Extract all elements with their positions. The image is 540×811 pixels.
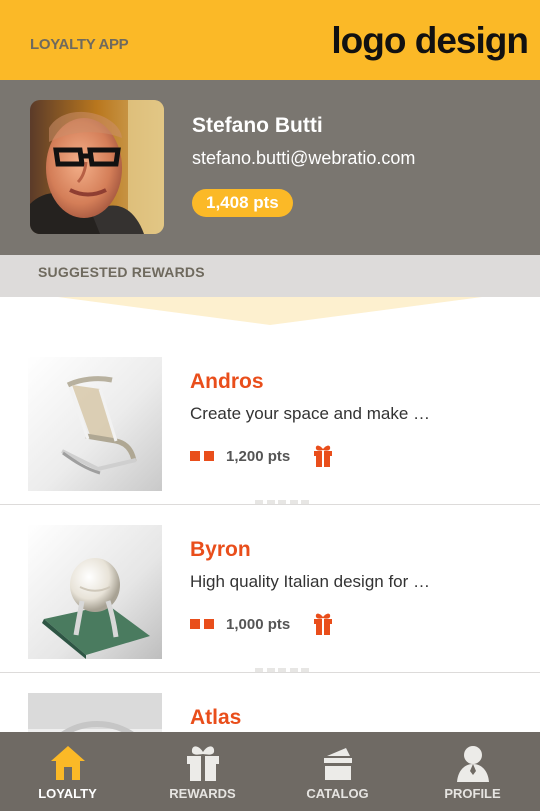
reward-meta: 1,000 pts [190, 612, 334, 636]
reward-title: Andros [190, 370, 264, 393]
nav-label: LOYALTY [38, 786, 97, 801]
reward-description: Create your space and make … [190, 404, 431, 423]
avatar-photo [30, 100, 164, 234]
reward-points: 1,200 pts [226, 447, 291, 465]
logo-design: logo design [331, 20, 529, 61]
reward-points: 1,000 pts [226, 615, 291, 633]
profile-name: Stefano Butti [192, 114, 323, 137]
nav-label: PROFILE [444, 786, 501, 801]
reward-thumbnail[interactable] [28, 525, 162, 659]
tab-loyalty[interactable]: LOYALTY [0, 732, 135, 811]
section-title: SUGGESTED REWARDS [38, 264, 205, 280]
gift-icon[interactable] [312, 612, 334, 636]
user-icon [456, 746, 489, 782]
tab-rewards[interactable]: REWARDS [135, 732, 270, 811]
tab-catalog[interactable]: CATALOG [270, 732, 405, 811]
reward-item-byron[interactable]: Byron High quality Italian design for … … [0, 505, 540, 673]
avatar[interactable] [30, 100, 164, 234]
reward-meta: 1,200 pts [190, 444, 334, 468]
profile-card[interactable]: Stefano Butti stefano.butti@webratio.com… [0, 80, 540, 255]
reward-thumbnail[interactable] [28, 357, 162, 491]
profile-email: stefano.butti@webratio.com [192, 148, 416, 168]
home-icon [50, 746, 85, 780]
bottom-navigation: LOYALTY REWARDS CATALOG PROFILE [0, 732, 540, 811]
points-badge: 1,408 pts [192, 189, 293, 217]
top-header: LOYALTY APP logo design [0, 0, 540, 80]
app-title: LOYALTY APP [30, 36, 129, 53]
catalog-icon [190, 619, 214, 629]
gift-icon[interactable] [312, 444, 334, 468]
chair-photo [28, 357, 162, 491]
tab-profile[interactable]: PROFILE [405, 732, 540, 811]
suggested-rewards-header: SUGGESTED REWARDS [0, 255, 540, 297]
loyalty-screen: LOYALTY APP logo design Stefano Butti st… [0, 0, 540, 811]
reward-title: Byron [190, 538, 251, 561]
reward-title: Atlas [190, 706, 242, 729]
gift-icon [186, 746, 219, 781]
ball-chair-photo [28, 525, 162, 659]
nav-label: CATALOG [306, 786, 369, 801]
section-pointer [58, 297, 482, 325]
nav-label: REWARDS [169, 786, 236, 801]
catalog-icon [323, 748, 352, 780]
catalog-icon [190, 451, 214, 461]
reward-description: High quality Italian design for … [190, 572, 431, 591]
reward-item-andros[interactable]: Andros Create your space and make … 1,20… [0, 337, 540, 505]
